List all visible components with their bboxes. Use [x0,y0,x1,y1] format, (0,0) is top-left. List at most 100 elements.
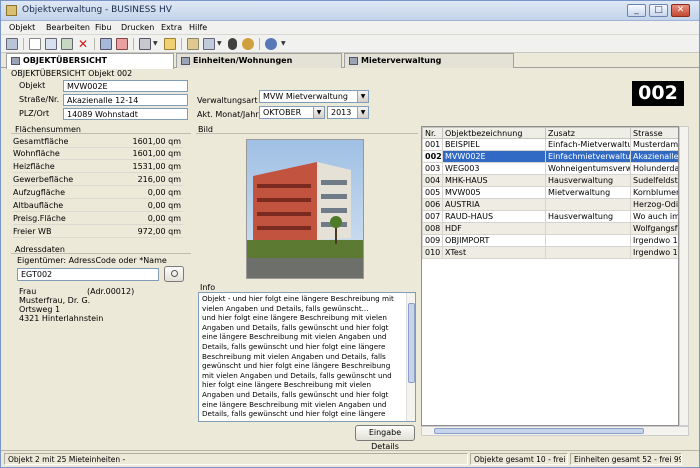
title-bar[interactable]: Objektverwaltung - BUSINESS HV _ □ ✕ [1,1,699,21]
menu-fibu[interactable]: Fibu [95,23,111,32]
verwaltungsart-select[interactable]: MVW Mietverwaltung ▼ [259,90,369,103]
scroll-thumb[interactable] [408,303,415,383]
table-row[interactable]: 003WEG003WohneigentumsverwaltuHolunderda… [422,162,678,175]
save-icon[interactable] [100,38,112,50]
table-vertical-scrollbar[interactable] [679,126,689,426]
tab-objektuebersicht[interactable]: OBJEKTÜBERSICHT [6,53,174,69]
chevron-down-icon[interactable]: ▼ [153,40,158,47]
folder-icon[interactable] [164,38,176,50]
chevron-down-icon[interactable]: ▼ [217,40,222,47]
table-row[interactable]: 008HDF Wolfgangsfelc [422,222,678,235]
summary-row: Preisg.Fläche 0,00 qm [13,213,183,225]
cell-zusatz: Einfachmietverwaltu [545,150,631,163]
summary-row: Wohnfläche 1601,00 qm [13,148,183,160]
tab-label: OBJEKTÜBERSICHT [23,56,107,65]
cell-zusatz: Hausverwaltung [545,174,631,187]
plz-ort-field[interactable]: 14089 Wohnstadt [63,108,188,120]
cell-nr: 008 [422,222,443,235]
summary-value: 1601,00 qm [132,137,182,146]
tab-einheiten[interactable]: Einheiten/Wohnungen [176,53,342,68]
strasse-field[interactable]: Akazienalle 12-14 [63,94,188,106]
objekt-field[interactable]: MVW002E [63,80,188,92]
column-header-nr[interactable]: Nr. [422,127,443,139]
app-icon [6,5,17,16]
cell-name: WEG003 [442,162,546,175]
summary-value: 0,00 qm [147,188,181,197]
info-textarea[interactable]: Objekt - und hier folgt eine längere Bes… [198,292,416,422]
maximize-button[interactable]: □ [649,4,668,17]
column-header-strasse[interactable]: Strasse [630,127,678,139]
table-row[interactable]: 006AUSTRIA Herzog-Odilo- [422,198,678,211]
table-horizontal-scrollbar[interactable] [421,426,689,436]
table-row[interactable]: 001BEISPIELEinfach-MietverwaltungMusterd… [422,138,678,151]
chevron-down-icon[interactable]: ▼ [357,107,368,118]
adresscode-field[interactable]: EGT002 [17,268,159,281]
user-icon[interactable] [228,38,237,50]
building-photo [246,139,364,279]
cell-nr: 009 [422,234,443,247]
menu-extra[interactable]: Extra [161,23,182,32]
cell-nr: 005 [422,186,443,199]
chevron-down-icon[interactable]: ▼ [357,91,368,102]
cell-nr: 010 [422,246,443,259]
summary-label: Gesamtfläche [13,137,69,146]
menu-hilfe[interactable]: Hilfe [189,23,207,32]
scroll-thumb[interactable] [434,428,644,434]
menu-drucken[interactable]: Drucken [121,23,154,32]
delete-icon[interactable]: ✕ [77,38,89,50]
close-button[interactable]: ✕ [671,4,690,17]
status-bar: Objekt 2 mit 25 Mieteinheiten - Objekte … [1,450,699,467]
cell-name: MVW005 [442,186,546,199]
eingabe-details-button[interactable]: Eingabe Details [355,425,415,451]
cell-zusatz: Hausverwaltung [545,210,631,223]
help-icon[interactable] [265,38,277,50]
menu-objekt[interactable]: Objekt [9,23,35,32]
notes-icon[interactable] [187,38,199,50]
summary-label: Gewerbefläche [13,175,74,184]
menu-bar: Objekt Bearbeiten Fibu Drucken Extra Hil… [1,21,699,35]
table-row[interactable]: 009 OBJIMPORT Irgendwo 12 [422,234,678,247]
toolbar: ✕ ▼ ▼ ▼ [1,35,699,53]
summary-row: Gesamtfläche 1601,00 qm [13,136,183,148]
list-icon[interactable] [203,38,215,50]
chevron-down-icon[interactable]: ▼ [281,40,286,47]
jahr-select[interactable]: 2013 ▼ [327,106,369,119]
column-header-objektbezeichnung[interactable]: Objektbezeichnung [442,127,546,139]
minimize-button[interactable]: _ [627,4,646,17]
menu-bearbeiten[interactable]: Bearbeiten [46,23,90,32]
chevron-down-icon[interactable]: ▼ [313,107,324,118]
copy-document-icon[interactable] [61,38,73,50]
cell-strasse: Holunderdamm [630,162,678,175]
monat-select[interactable]: OKTOBER ▼ [259,106,325,119]
users-icon[interactable] [242,38,254,50]
summary-row: Altbaufläche 0,00 qm [13,200,183,212]
new-document-icon[interactable] [29,38,41,50]
address-search-button[interactable] [164,266,184,282]
app-window: Objektverwaltung - BUSINESS HV _ □ ✕ Obj… [0,0,700,468]
cell-strasse: Sudelfeldstr. 1 [630,174,678,187]
cell-strasse: Herzog-Odilo- [630,198,678,211]
column-header-zusatz[interactable]: Zusatz [545,127,631,139]
table-row[interactable]: 004MHK-HAUSHausverwaltungSudelfeldstr. 1 [422,174,678,187]
table-row[interactable]: 007RAUD-HAUSHausverwaltungWo auch imm [422,210,678,223]
table-row[interactable]: 005MVW005MietverwaltungKornblumenw [422,186,678,199]
grid-icon[interactable] [6,38,18,50]
tab-label: Mieterverwaltung [361,56,442,65]
document-icon [181,57,190,65]
cancel-icon[interactable] [116,38,128,50]
info-scrollbar[interactable] [406,293,415,421]
printer-icon[interactable] [139,38,151,50]
toolbar-separator [181,38,182,50]
summary-label: Heizfläche [13,162,55,171]
cell-name: MVW002E [442,150,546,163]
group-divider [196,133,418,134]
cell-name: MHK-HAUS [442,174,546,187]
edit-document-icon[interactable] [45,38,57,50]
table-row-selected[interactable]: 002 MVW002E Einfachmietverwaltu Akazienalle… [422,150,678,163]
tab-mieterverwaltung[interactable]: Mieterverwaltung [344,53,514,68]
window-title: Objektverwaltung - BUSINESS HV [22,5,172,15]
table-row[interactable]: 010 XTest Irgendwo 12 [422,246,678,259]
address-anrede: Frau [19,287,37,296]
verwaltungsart-label: Verwaltungsart [197,96,258,105]
group-divider [11,253,191,254]
